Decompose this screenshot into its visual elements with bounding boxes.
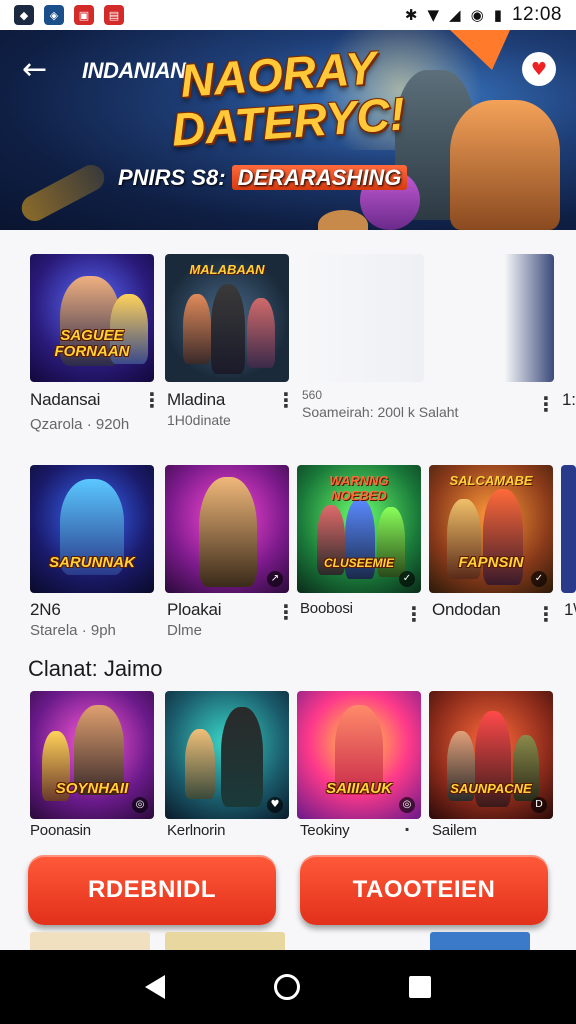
banner-character — [318, 210, 368, 230]
tile-caption: CLUSEEMIE — [323, 556, 394, 570]
tile-title: 2N6 — [30, 600, 61, 619]
tile-title: Ondodan — [432, 600, 501, 619]
game-tile-edge[interactable] — [561, 465, 576, 593]
tile-title: Sailem — [432, 822, 477, 839]
app-notification-icon: ▣ — [74, 5, 94, 25]
primary-left-button[interactable]: RDEBNIDL — [28, 855, 276, 925]
tile-peek — [430, 932, 530, 950]
tile-caption: SOYNHAII — [55, 780, 129, 797]
tile-caption: SARUNNAK — [49, 554, 135, 571]
banner-subtitle-highlight: DERARASHING — [231, 165, 408, 190]
signal-icon: ◢ — [449, 6, 461, 24]
play-badge-icon: D — [531, 797, 547, 813]
tile-header: SALCAMABE — [449, 473, 533, 488]
section-title: Clanat: Jaimo — [28, 656, 163, 681]
tile-title: Poonasin — [30, 822, 91, 839]
system-navigation-bar — [0, 950, 576, 1024]
tile-caption: SAIIIAUK — [326, 780, 392, 797]
play-badge-icon: ↗ — [267, 571, 283, 587]
app-notification-icon: ▤ — [104, 5, 124, 25]
banner-character — [450, 100, 560, 230]
game-tile-placeholder[interactable] — [300, 254, 424, 382]
play-badge-icon: ✓ — [531, 571, 547, 587]
tile-title: Mladina — [167, 390, 226, 409]
game-tile[interactable]: SAUNPACNE D — [429, 691, 553, 819]
action-bar: RDEBNIDL TAOOTEIEN — [0, 850, 576, 950]
more-options-icon[interactable]: ⋮ — [142, 388, 162, 412]
play-badge-icon: ◎ — [399, 797, 415, 813]
banner-title: NAORAY DATERYC! — [167, 41, 406, 155]
app-notification-icon: ◆ — [14, 5, 34, 25]
tile-caption: SAUNPACNE — [450, 781, 532, 796]
tile-title: Teokiny — [300, 822, 350, 839]
tile-peek — [165, 932, 285, 950]
app-notification-icon: ◈ — [44, 5, 64, 25]
battery-icon: ▮ — [493, 6, 502, 24]
play-badge-icon: ♥ — [267, 797, 283, 813]
status-bar: ◆ ◈ ▣ ▤ ✱ ▼ ◢ ◉ ▮ 12:08 — [0, 0, 576, 30]
tile-title: 560 — [302, 388, 323, 402]
tile-caption: FAPNSIN — [458, 554, 524, 571]
tile-subtitle: Soameirah: 200l k Salaht — [302, 404, 459, 420]
nav-home-icon[interactable] — [273, 974, 300, 1000]
tile-subtitle: Dlme — [167, 622, 203, 639]
wifi-icon: ▼ — [427, 6, 440, 24]
more-options-icon[interactable]: · — [404, 820, 410, 839]
game-tile[interactable]: WARNNG NOEBED CLUSEEMIE ✓ — [297, 465, 421, 593]
game-tile[interactable]: SOYNHAII ◎ — [30, 691, 154, 819]
tile-title: Kerlnorin — [167, 822, 226, 839]
data-saver-icon: ◉ — [470, 6, 484, 24]
tile-subtitle: Starela · 9ph — [30, 622, 116, 639]
primary-right-button[interactable]: TAOOTEIEN — [300, 855, 548, 925]
tile-header: WARNNG NOEBED — [329, 473, 389, 503]
favorite-icon[interactable]: ♥ — [522, 52, 556, 86]
bluetooth-icon: ✱ — [404, 6, 418, 24]
hero-banner[interactable]: ← INDANIAN NAORAY DATERYC! PNIRS S8: DERA… — [0, 30, 576, 230]
game-tile[interactable]: ↗ — [165, 465, 289, 593]
game-tile[interactable]: SALCAMABE FAPNSIN ✓ — [429, 465, 553, 593]
nav-back-icon[interactable] — [144, 975, 165, 999]
banner-subtitle: PNIRS S8: DERARASHING — [118, 165, 408, 191]
more-options-icon[interactable]: ⋮ — [536, 602, 556, 626]
play-badge-icon: ◎ — [132, 797, 148, 813]
tile-subtitle: Qzarola · 920h — [30, 416, 130, 433]
game-tile-placeholder[interactable] — [430, 254, 554, 382]
game-tile[interactable]: MALABAAN — [165, 254, 289, 382]
game-tile[interactable]: ♥ — [165, 691, 289, 819]
tile-peek — [30, 932, 150, 950]
notification-icons: ◆ ◈ ▣ ▤ — [14, 5, 124, 25]
tile-title: Nadansai — [30, 390, 101, 409]
more-options-icon[interactable]: ⋮ — [276, 600, 296, 624]
play-badge-icon: ✓ — [399, 571, 415, 587]
clock: 12:08 — [511, 4, 562, 25]
game-tile[interactable]: SAGUEE FORNAAN — [30, 254, 154, 382]
tile-subtitle: 1H0dinate — [167, 412, 231, 428]
more-options-icon[interactable]: ⋮ — [276, 388, 296, 412]
back-arrow-icon[interactable]: ← — [22, 52, 47, 87]
tile-title: Ploakai — [167, 600, 222, 619]
banner-subtitle-prefix: PNIRS S8: — [118, 165, 226, 190]
tile-caption: SAGUEE FORNAAN — [54, 327, 130, 360]
banner-weapon — [17, 160, 109, 226]
game-tile[interactable]: SAIIIAUK ◎ — [297, 691, 421, 819]
game-grid: SAGUEE FORNAAN MALABAAN Nadansai Qzarola… — [0, 230, 576, 850]
system-icons: ✱ ▼ ◢ ◉ ▮ 12:08 — [405, 4, 562, 26]
tile-title: Boobosi — [300, 600, 353, 617]
more-options-icon[interactable]: ⋮ — [536, 392, 556, 416]
edge-label: 1: — [562, 390, 576, 409]
game-tile[interactable]: SARUNNAK — [30, 465, 154, 593]
tile-header: MALABAAN — [189, 262, 265, 277]
nav-recents-icon[interactable] — [409, 976, 432, 998]
edge-label: 1\ — [564, 600, 576, 619]
more-options-icon[interactable]: ⋮ — [404, 602, 424, 626]
